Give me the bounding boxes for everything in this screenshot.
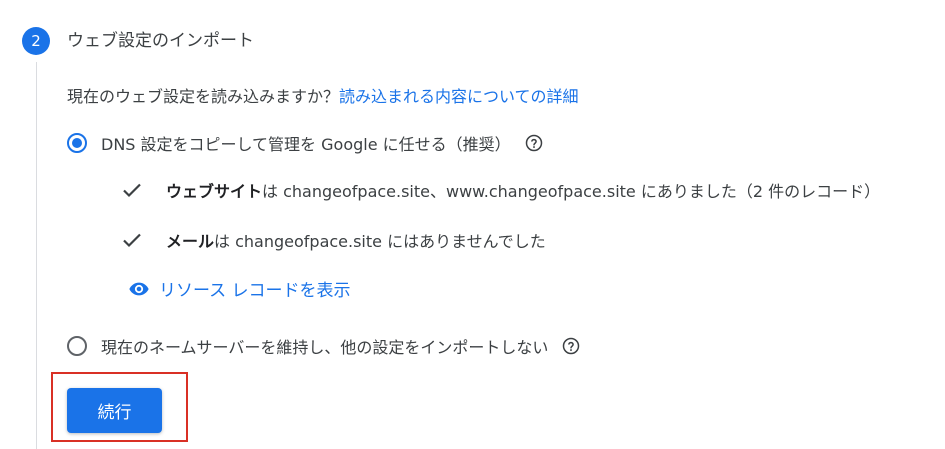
step-title: ウェブ設定のインポート [67, 31, 254, 51]
help-circle-icon[interactable] [525, 134, 543, 152]
view-resource-records-link[interactable]: リソース レコードを表示 [128, 276, 351, 301]
check-item-mail: メールは changeofpace.site にはありませんでした [120, 228, 546, 252]
keep-nameservers-radio[interactable] [67, 336, 87, 356]
check-item-title: ウェブサイト [166, 182, 263, 201]
step-number-badge: 2 [22, 27, 50, 55]
step-connector-line [36, 62, 37, 449]
check-item-detail: は changeofpace.site にはありませんでした [214, 232, 546, 251]
import-question: 現在のウェブ設定を読み込みますか？読み込まれる内容についての詳細 [67, 85, 579, 109]
check-item-text: ウェブサイトは changeofpace.site、www.changeofpa… [166, 178, 880, 202]
check-item-title: メール [166, 232, 215, 251]
check-icon [123, 183, 141, 198]
continue-button[interactable]: 続行 [67, 388, 162, 433]
help-circle-icon[interactable] [562, 337, 580, 355]
import-details-link[interactable]: 読み込まれる内容についての詳細 [339, 87, 579, 106]
option-copy-dns[interactable]: DNS 設定をコピーして管理を Google に任せる（推奨） [67, 131, 543, 155]
check-item-text: メールは changeofpace.site にはありませんでした [166, 228, 546, 252]
import-question-text: 現在のウェブ設定を読み込みますか？ [67, 87, 340, 106]
view-resource-records-label: リソース レコードを表示 [159, 281, 351, 301]
check-item-website: ウェブサイトは changeofpace.site、www.changeofpa… [120, 178, 880, 202]
copy-dns-label: DNS 設定をコピーして管理を Google に任せる（推奨） [101, 135, 511, 154]
check-icon [123, 233, 141, 248]
check-item-detail: は changeofpace.site、www.changeofpace.sit… [262, 182, 881, 201]
eye-icon [129, 282, 149, 295]
option-keep-nameservers[interactable]: 現在のネームサーバーを維持し、他の設定をインポートしない [67, 334, 580, 358]
copy-dns-radio[interactable] [67, 133, 87, 153]
keep-nameservers-label: 現在のネームサーバーを維持し、他の設定をインポートしない [101, 338, 549, 357]
